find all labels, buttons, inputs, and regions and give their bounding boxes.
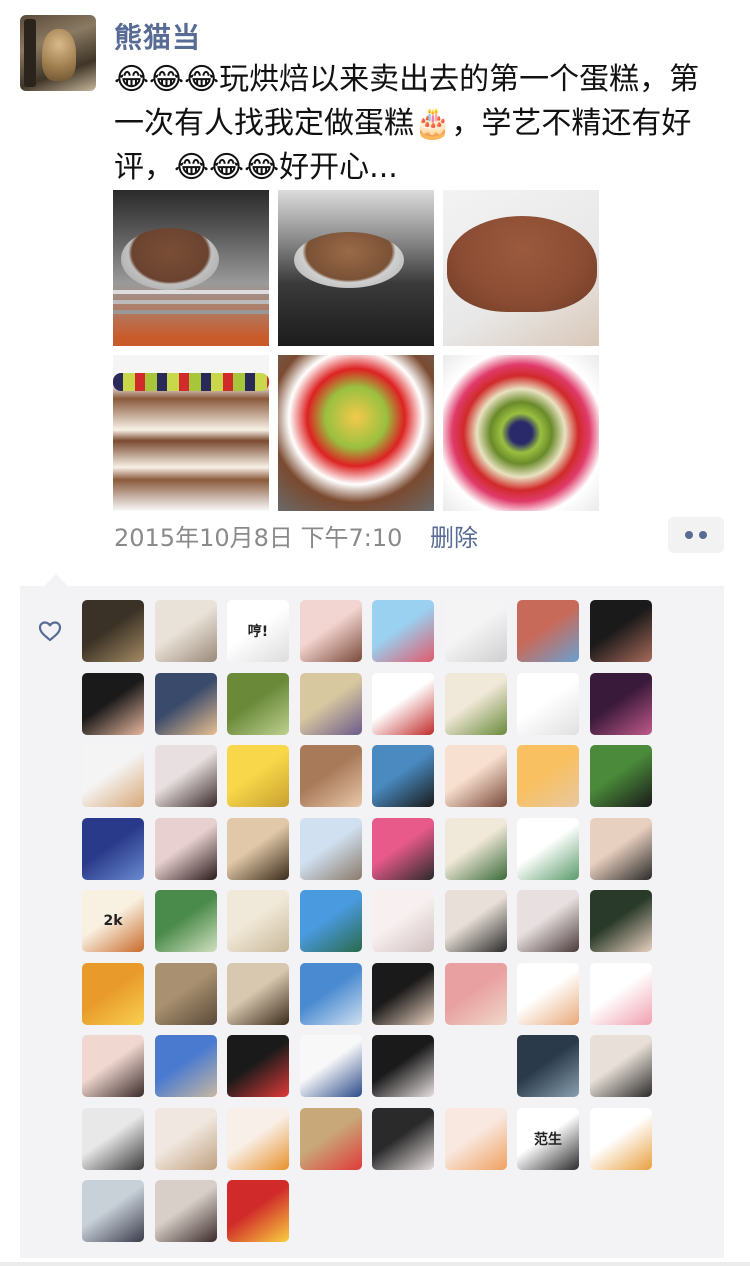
liker-avatar[interactable]: [589, 672, 652, 735]
dot-icon: [699, 531, 707, 539]
liker-avatar[interactable]: [517, 817, 579, 880]
liker-avatar[interactable]: [444, 745, 507, 807]
liker-avatar[interactable]: [299, 962, 362, 1025]
liker-avatar[interactable]: [372, 1107, 434, 1170]
liker-avatar[interactable]: [227, 1180, 289, 1242]
liker-avatar[interactable]: [82, 962, 144, 1025]
liker-avatar[interactable]: [589, 962, 652, 1025]
fruit-cake-side-photo[interactable]: [278, 355, 434, 511]
divider: [0, 1262, 750, 1266]
liker-avatar[interactable]: [227, 745, 289, 807]
liker-avatar[interactable]: [154, 817, 217, 880]
liker-avatar[interactable]: [444, 1107, 507, 1170]
liker-avatar[interactable]: [82, 1107, 144, 1170]
liker-avatar[interactable]: [299, 1035, 362, 1097]
liker-avatar[interactable]: [372, 890, 434, 952]
liker-avatar[interactable]: [299, 1107, 362, 1170]
avatar-label: 范生: [534, 1131, 562, 1148]
layered-cake-photo[interactable]: [113, 355, 269, 511]
liker-avatar[interactable]: [589, 890, 652, 952]
liker-avatar[interactable]: [444, 890, 507, 952]
post-timestamp: 2015年10月8日 下午7:10: [114, 524, 403, 552]
liker-avatar[interactable]: [517, 890, 579, 952]
liker-avatar[interactable]: [517, 600, 579, 662]
liker-avatar[interactable]: 哼!: [227, 600, 289, 662]
liker-avatar[interactable]: [82, 1180, 144, 1242]
liker-avatar[interactable]: [444, 672, 507, 735]
liker-avatar[interactable]: [372, 600, 434, 662]
liker-avatar[interactable]: [589, 745, 652, 807]
liker-avatar[interactable]: [517, 745, 579, 807]
liker-avatar[interactable]: [372, 745, 434, 807]
cake-pan: [294, 232, 404, 288]
liker-avatar[interactable]: 2k: [82, 890, 144, 952]
liker-avatar[interactable]: [227, 817, 289, 880]
oven-rack: [113, 290, 269, 294]
fruit-topping: [113, 373, 269, 391]
liker-avatar[interactable]: [82, 1035, 144, 1097]
delete-link[interactable]: 删除: [430, 518, 478, 553]
cake-in-oven-photo[interactable]: [113, 190, 269, 346]
liker-avatar[interactable]: [372, 962, 434, 1025]
liker-avatar[interactable]: [154, 962, 217, 1025]
liker-avatar[interactable]: [444, 962, 507, 1025]
liker-avatar[interactable]: [589, 817, 652, 880]
dot-icon: [685, 531, 693, 539]
liker-avatar[interactable]: [517, 1035, 579, 1097]
cake-base: [447, 216, 597, 312]
liker-avatar[interactable]: [372, 672, 434, 735]
liker-avatar[interactable]: [299, 600, 362, 662]
liker-avatar[interactable]: 范生: [517, 1107, 579, 1170]
liker-avatar[interactable]: [227, 890, 289, 952]
liker-avatar[interactable]: [517, 672, 579, 735]
liker-avatar[interactable]: [82, 672, 144, 735]
liker-avatar[interactable]: [154, 600, 217, 662]
avatar-label: 2k: [103, 913, 123, 929]
poster-avatar[interactable]: [20, 15, 96, 91]
liker-avatar[interactable]: [299, 817, 362, 880]
liker-avatar[interactable]: [154, 1180, 217, 1242]
liker-avatar[interactable]: [227, 672, 289, 735]
liker-avatar[interactable]: [299, 890, 362, 952]
liker-avatar[interactable]: [82, 600, 144, 662]
post-text: 😂😂😂玩烘焙以来卖出去的第一个蛋糕，第一次有人找我定做蛋糕🎂，学艺不精还有好评，…: [114, 62, 700, 185]
liker-avatar[interactable]: [517, 962, 579, 1025]
liker-avatar[interactable]: [372, 1035, 434, 1097]
liker-avatar[interactable]: [82, 745, 144, 807]
cake-base-photo[interactable]: [443, 190, 599, 346]
liker-avatar[interactable]: [154, 672, 217, 735]
liker-avatar[interactable]: [154, 1035, 217, 1097]
cat-image: [42, 29, 76, 81]
liker-avatar[interactable]: [227, 1035, 289, 1097]
cake-pan: [121, 228, 219, 290]
liker-avatar[interactable]: [589, 600, 652, 662]
poster-username[interactable]: 熊猫当: [114, 16, 201, 56]
liker-avatar[interactable]: [154, 745, 217, 807]
liker-avatar[interactable]: [589, 1035, 652, 1097]
liker-avatar[interactable]: [299, 745, 362, 807]
liker-avatar[interactable]: [372, 817, 434, 880]
liker-avatar[interactable]: [444, 817, 507, 880]
likes-panel: 哼! 2k 范生: [20, 574, 724, 1258]
liker-avatar[interactable]: [82, 817, 144, 880]
liker-avatar[interactable]: [154, 1107, 217, 1170]
avatar-label: 哼!: [247, 624, 269, 640]
avatar-background: [24, 19, 36, 87]
liker-avatar[interactable]: [227, 1107, 289, 1170]
more-actions-button[interactable]: [668, 517, 724, 553]
cake-baking-photo[interactable]: [278, 190, 434, 346]
liker-avatar[interactable]: [444, 600, 507, 662]
liker-avatar[interactable]: [589, 1107, 652, 1170]
liker-avatar[interactable]: [299, 672, 362, 735]
liker-avatar[interactable]: [227, 962, 289, 1025]
heart-icon: [38, 621, 62, 642]
fruit-cake-top-photo[interactable]: [443, 355, 599, 511]
liker-avatar[interactable]: [154, 890, 217, 952]
